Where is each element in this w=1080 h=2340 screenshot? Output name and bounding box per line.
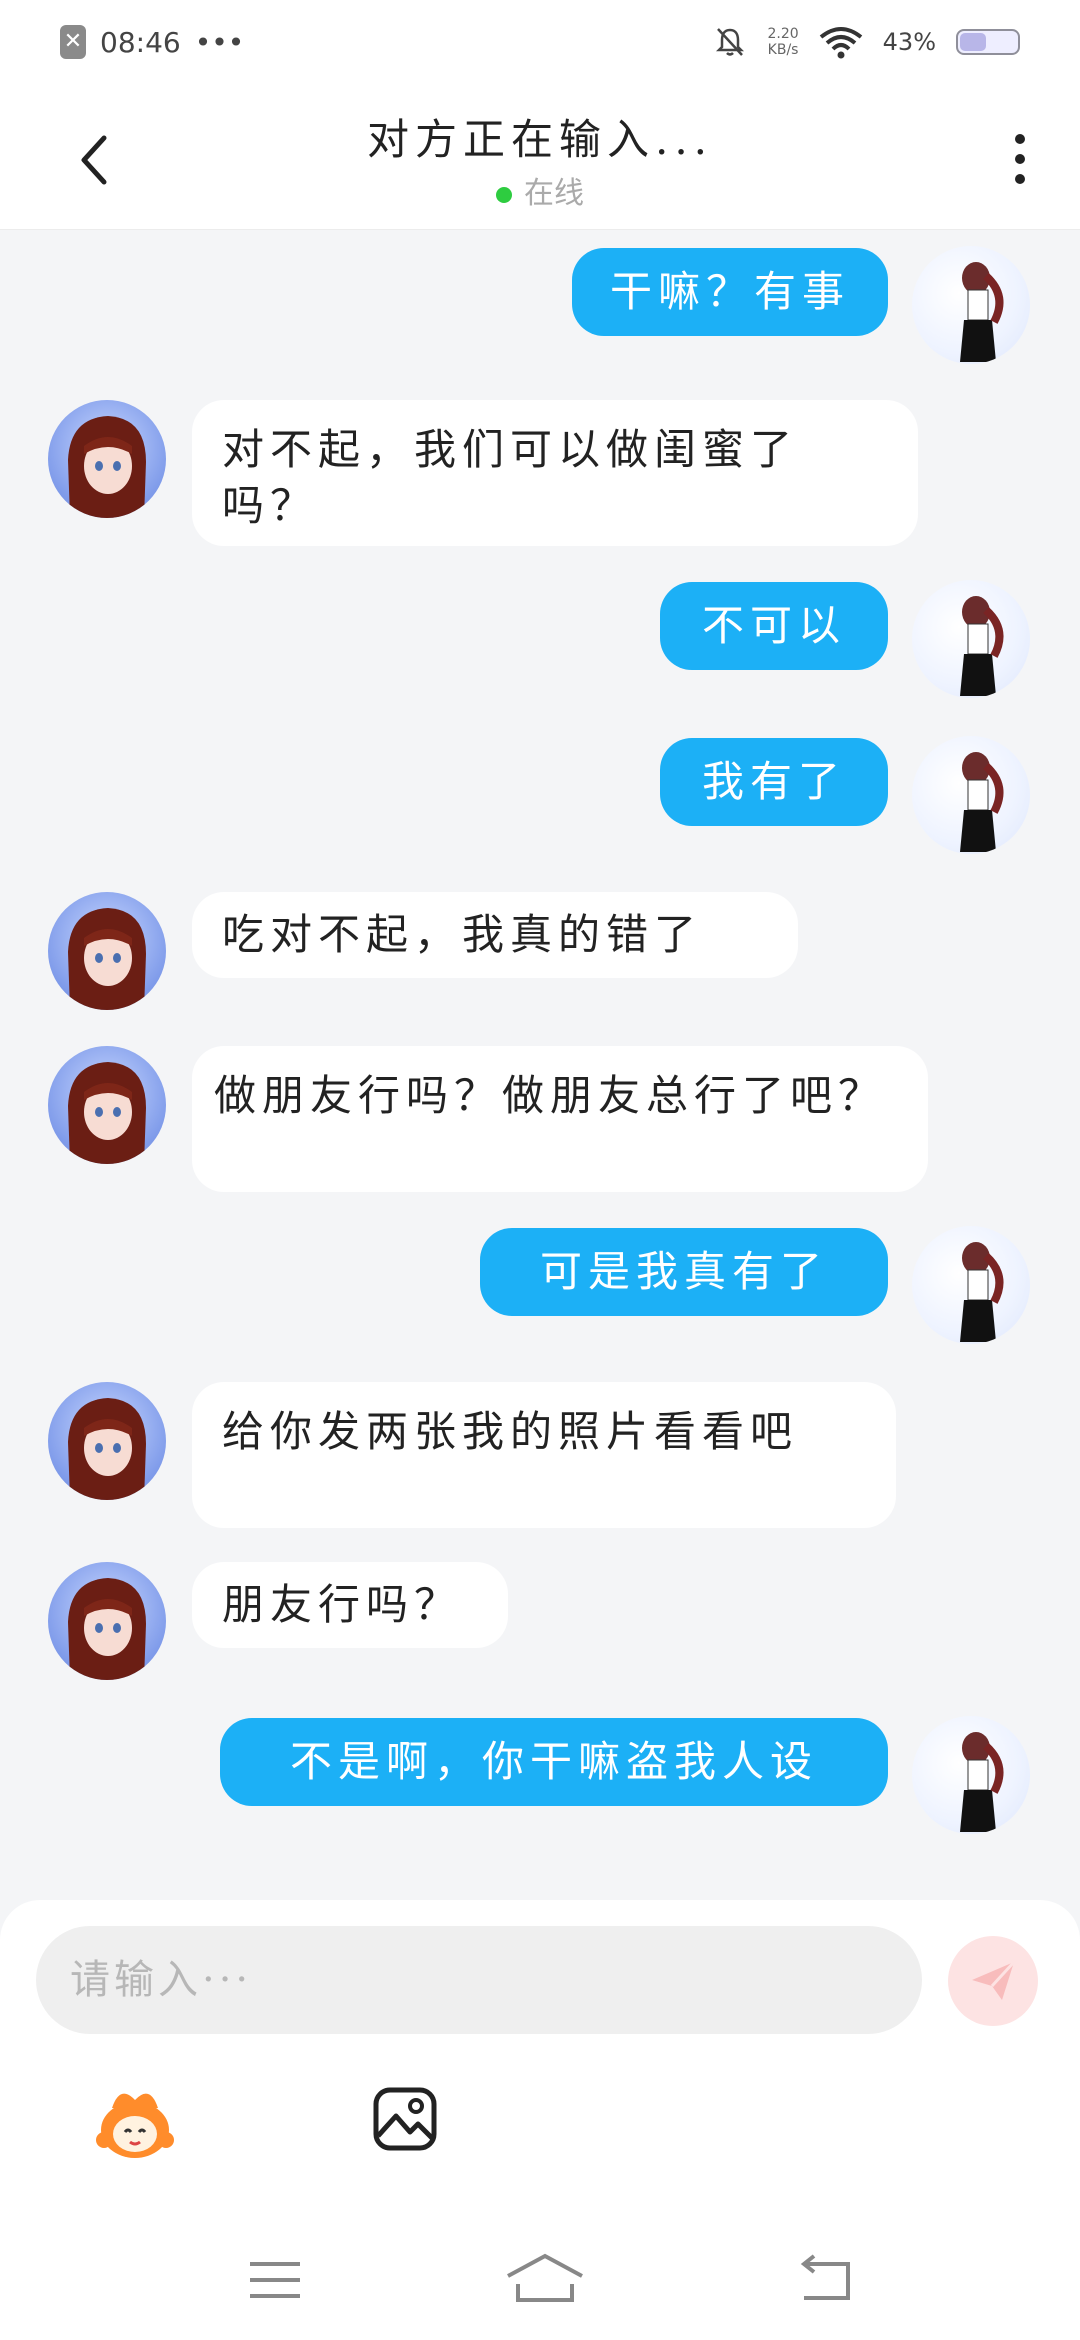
- status-more-dots: •••: [194, 25, 245, 59]
- message-bubble-sent[interactable]: 干嘛？有事: [572, 248, 888, 336]
- message-text: 给你发两张我的照片看看吧: [222, 1407, 799, 1456]
- sticker-icon: [96, 2093, 174, 2158]
- wifi-icon: [819, 27, 862, 59]
- back-nav-button[interactable]: [790, 2250, 860, 2310]
- message-bubble-sent[interactable]: 不是啊，你干嘛盗我人设: [220, 1718, 888, 1806]
- home-icon: [507, 2253, 583, 2302]
- message-text: 对不起，我们可以做闺蜜了吗？: [222, 425, 799, 530]
- girl-avatar-icon: [960, 1242, 1004, 1342]
- notification-close-icon: ✕: [60, 25, 86, 59]
- status-bar: ✕ 08:46 ••• 2.20 KB/s 43%: [0, 0, 1080, 84]
- contact-avatar[interactable]: [48, 1046, 166, 1164]
- chat-header: 对方正在输入... 在线: [0, 84, 1080, 230]
- image-button[interactable]: [370, 2084, 440, 2154]
- bell-muted-icon: [716, 28, 745, 56]
- message-text: 干嘛？有事: [609, 267, 850, 316]
- message-bubble-sent[interactable]: 不可以: [660, 582, 888, 670]
- net-speed-unit: KB/s: [767, 42, 799, 58]
- message-input[interactable]: [36, 1926, 922, 2034]
- message-bubble-sent[interactable]: 可是我真有了: [480, 1228, 888, 1316]
- status-time: 08:46: [100, 25, 181, 59]
- message-text: 我有了: [701, 757, 846, 806]
- message-bubble-received[interactable]: 给你发两张我的照片看看吧: [192, 1382, 896, 1528]
- contact-avatar[interactable]: [48, 1562, 166, 1680]
- net-speed: 2.20 KB/s: [767, 26, 798, 58]
- battery-percent: 43%: [882, 28, 936, 56]
- image-icon: [373, 2087, 437, 2151]
- online-dot-icon: [496, 186, 512, 203]
- my-avatar[interactable]: [912, 580, 1030, 698]
- girl-avatar-icon: [960, 262, 1004, 362]
- contact-avatar[interactable]: [48, 400, 166, 518]
- girl-avatar-icon: [960, 1732, 1004, 1832]
- girl-avatar-icon: [960, 596, 1004, 696]
- more-vertical-icon: [1015, 154, 1025, 164]
- net-speed-value: 2.20: [767, 26, 799, 42]
- system-nav-bar: [0, 2220, 1080, 2340]
- message-bubble-received[interactable]: 朋友行吗？: [192, 1562, 508, 1648]
- send-icon: [972, 1960, 1016, 2000]
- message-text: 吃对不起，我真的错了: [222, 910, 703, 959]
- anime-girl-avatar-icon: [68, 908, 146, 1010]
- contact-avatar[interactable]: [48, 892, 166, 1010]
- contact-avatar[interactable]: [48, 1382, 166, 1500]
- message-bubble-received[interactable]: 对不起，我们可以做闺蜜了吗？: [192, 400, 918, 546]
- chat-screen: ✕ 08:46 ••• 2.20 KB/s 43% 对方正在输入... 在线 干…: [0, 0, 1080, 2340]
- message-text: 不是啊，你干嘛盗我人设: [289, 1737, 818, 1786]
- status-right: 2.20 KB/s 43%: [713, 25, 1020, 59]
- menu-button[interactable]: [240, 2250, 310, 2310]
- message-bubble-received[interactable]: 做朋友行吗？做朋友总行了吧？: [192, 1046, 928, 1192]
- more-vertical-icon: [1015, 134, 1025, 144]
- message-text: 可是我真有了: [539, 1247, 828, 1296]
- more-vertical-icon: [1015, 174, 1025, 184]
- message-text: 朋友行吗？: [222, 1580, 463, 1629]
- message-text: 不可以: [701, 601, 846, 650]
- sticker-button[interactable]: [90, 2078, 180, 2168]
- my-avatar[interactable]: [912, 1226, 1030, 1344]
- message-text: 做朋友行吗？做朋友总行了吧？: [214, 1071, 887, 1120]
- menu-icon: [250, 2262, 300, 2298]
- presence-label: 在线: [524, 176, 584, 211]
- message-bubble-sent[interactable]: 我有了: [660, 738, 888, 826]
- presence-status: 在线: [0, 168, 1080, 212]
- battery-fill: [960, 33, 986, 51]
- my-avatar[interactable]: [912, 246, 1030, 364]
- anime-girl-avatar-icon: [68, 416, 146, 518]
- anime-girl-avatar-icon: [68, 1578, 146, 1680]
- battery-icon: [956, 29, 1020, 55]
- my-avatar[interactable]: [912, 1716, 1030, 1834]
- home-button[interactable]: [500, 2250, 590, 2310]
- more-options-button[interactable]: [1000, 124, 1040, 194]
- anime-girl-avatar-icon: [68, 1398, 146, 1500]
- anime-girl-avatar-icon: [68, 1062, 146, 1164]
- page-title: 对方正在输入...: [366, 115, 714, 164]
- my-avatar[interactable]: [912, 736, 1030, 854]
- status-left: ✕ 08:46 •••: [60, 25, 244, 59]
- send-button[interactable]: [948, 1936, 1038, 2026]
- girl-avatar-icon: [960, 752, 1004, 852]
- back-icon: [800, 2254, 850, 2300]
- message-bubble-received[interactable]: 吃对不起，我真的错了: [192, 892, 798, 978]
